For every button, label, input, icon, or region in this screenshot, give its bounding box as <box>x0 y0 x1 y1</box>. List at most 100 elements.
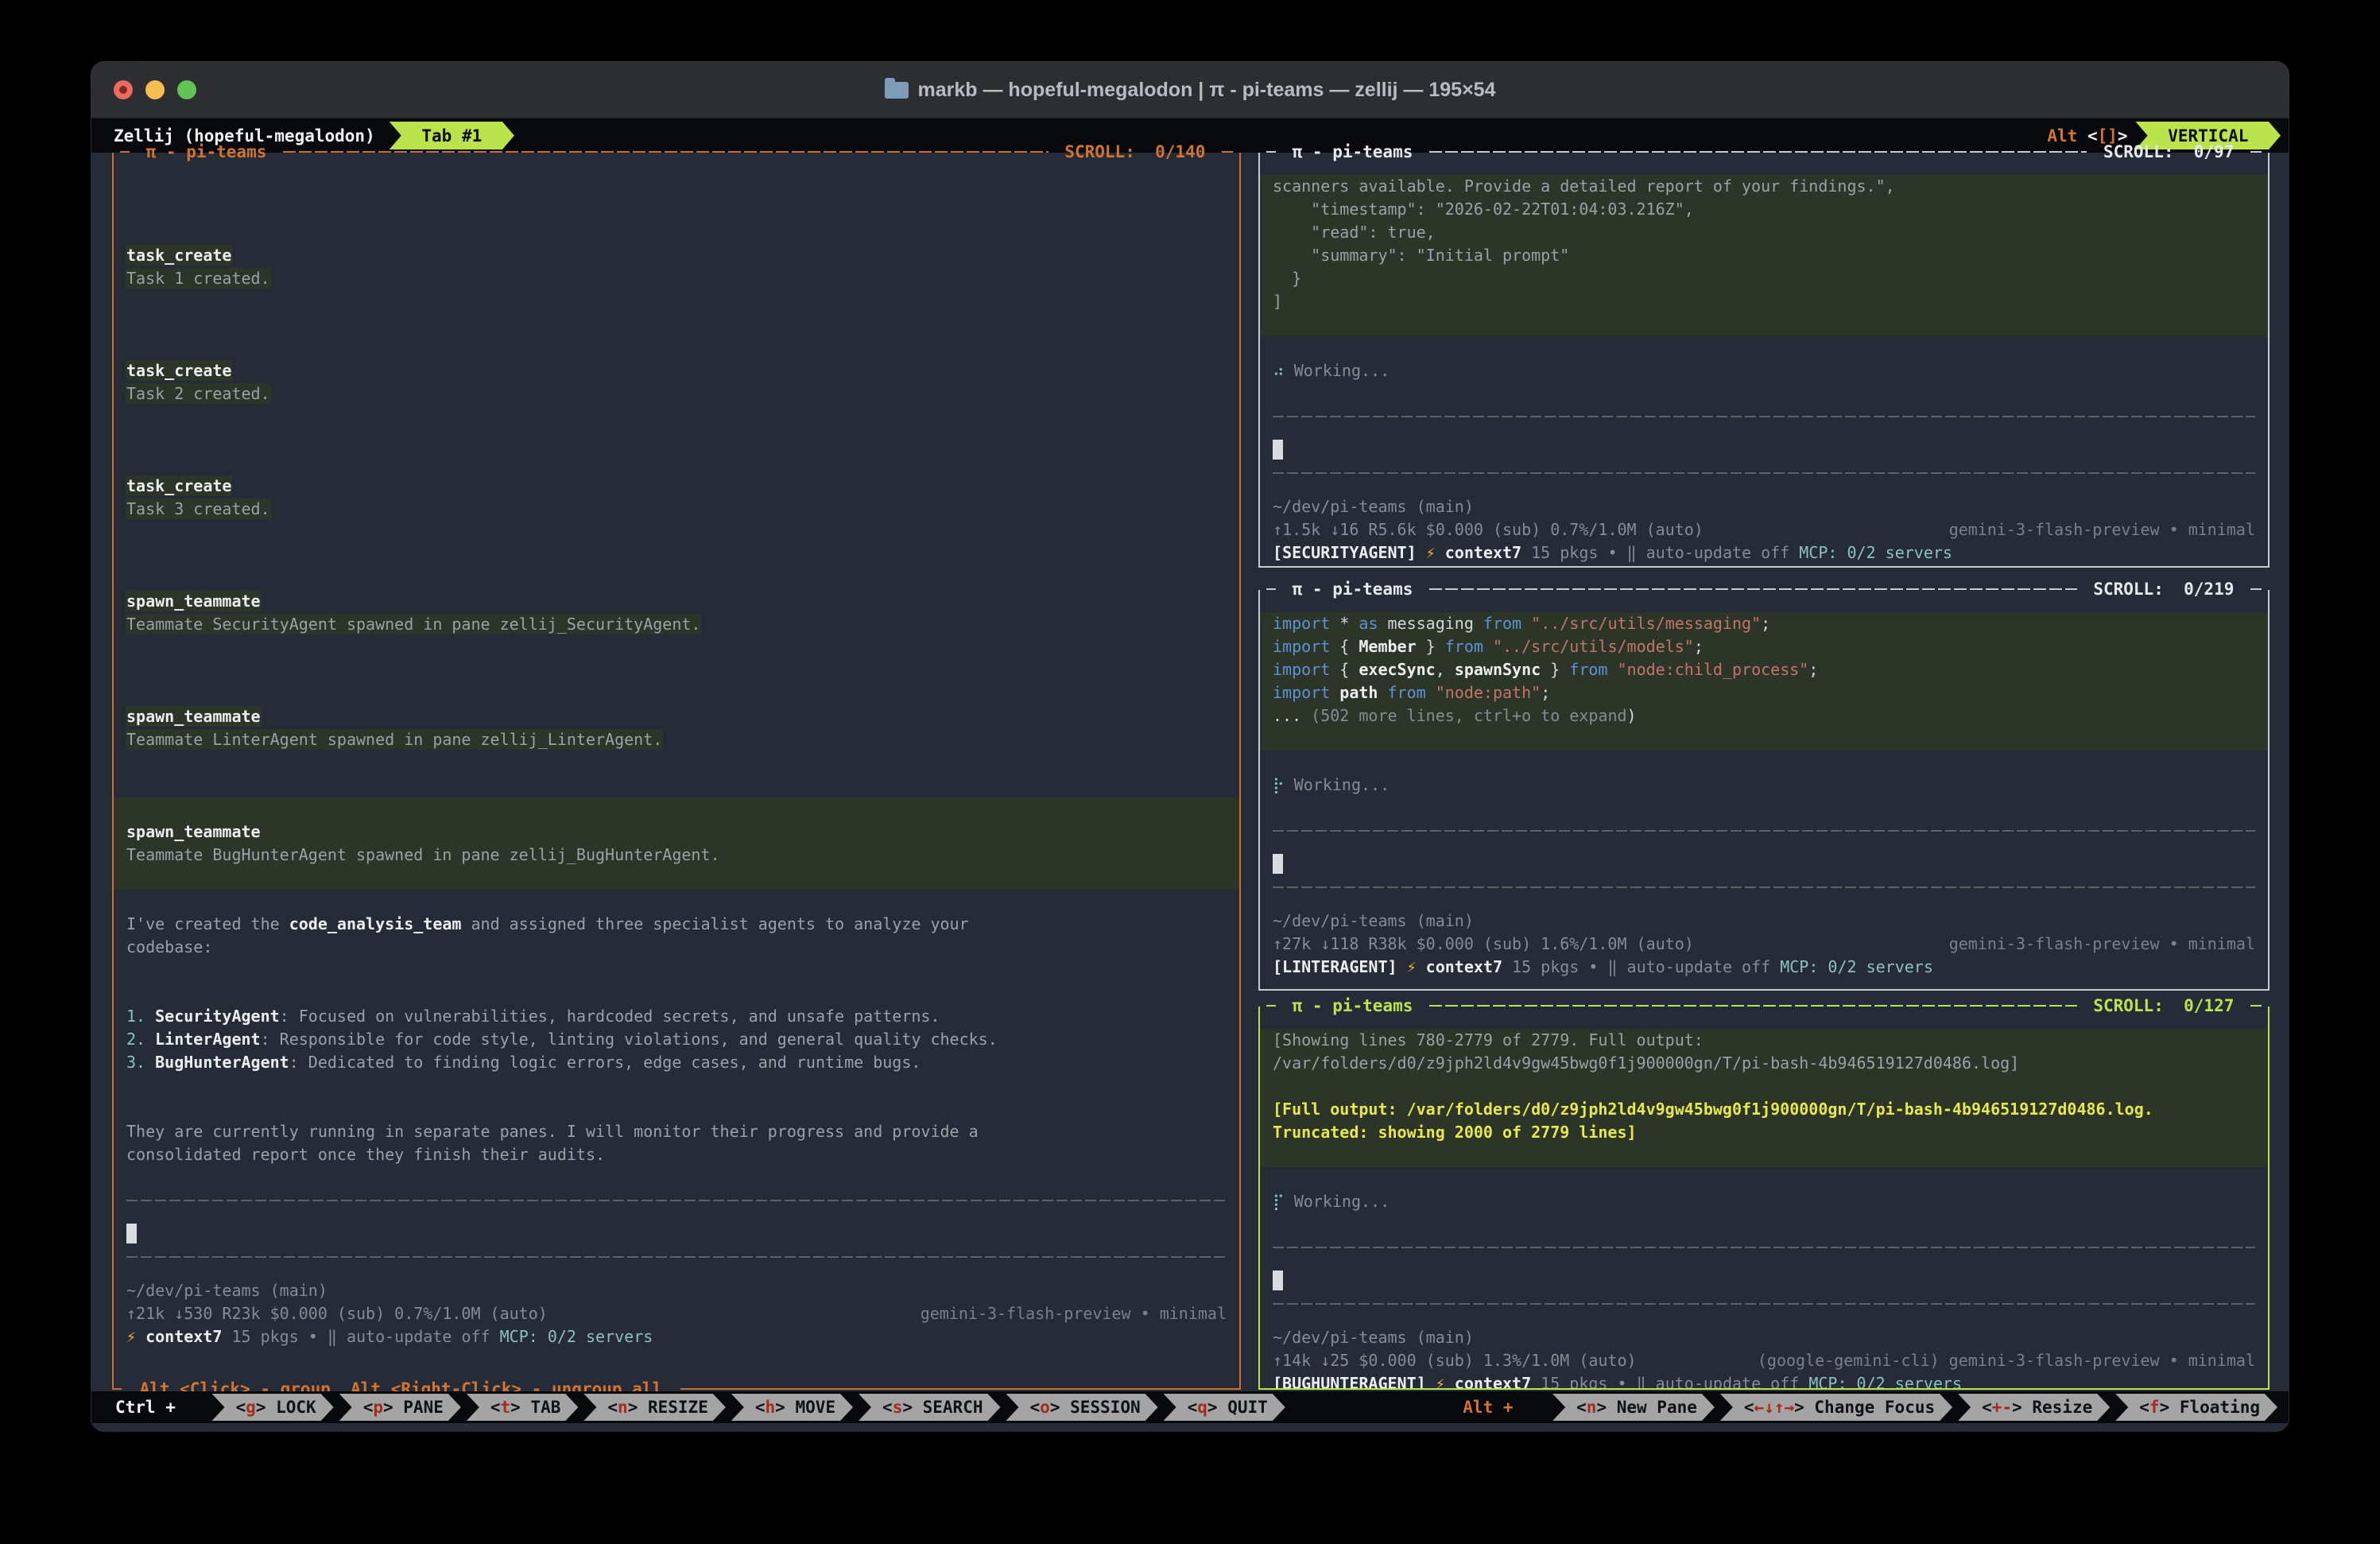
blank-line <box>114 636 1239 659</box>
terminal-line: ⠴ Working... <box>1260 359 2268 382</box>
highlighted-blank-line <box>1260 1144 2268 1167</box>
pane-area: π - pi-teams SCROLL: 0/140 task_createTa… <box>91 153 2289 1390</box>
highlighted-blank-line <box>1260 313 2268 336</box>
zoom-button[interactable] <box>177 80 196 99</box>
highlighted-blank-line <box>1260 1075 2268 1098</box>
keybind-move[interactable]: <h> MOVE <box>731 1394 853 1421</box>
keybind-search[interactable]: <s> SEARCH <box>859 1394 1000 1421</box>
keybind-session[interactable]: <o> SESSION <box>1006 1394 1158 1421</box>
blank-line <box>114 567 1239 590</box>
keybind-quit[interactable]: <q> QUIT <box>1164 1394 1285 1421</box>
text-cursor[interactable] <box>1273 440 1283 460</box>
keybind-tab[interactable]: <t> TAB <box>467 1394 579 1421</box>
terminal-line: import { Member } from "../src/utils/mod… <box>1260 635 2268 658</box>
keybind-resize[interactable]: <+-> Resize <box>1958 1394 2110 1421</box>
terminal-line: import path from "node:path"; <box>1260 681 2268 704</box>
ctrl-modifier-label: Ctrl + <box>104 1398 207 1417</box>
terminal-line: ... (502 more lines, ctrl+o to expand) <box>1260 704 2268 727</box>
blank-line <box>1260 797 2268 820</box>
pane-orchestrator[interactable]: π - pi-teams SCROLL: 0/140 task_createTa… <box>112 153 1241 1390</box>
prompt-line <box>1260 439 2268 462</box>
terminal-line: "summary": "Initial prompt" <box>1260 244 2268 267</box>
terminal-line: } <box>1260 267 2268 290</box>
blank-line <box>114 336 1239 359</box>
blank-line <box>114 198 1239 221</box>
blank-line <box>114 175 1239 198</box>
keybind-new-pane[interactable]: <n> New Pane <box>1552 1394 1715 1421</box>
titlebar: markb — hopeful-megalodon | π - pi-teams… <box>91 62 2289 118</box>
minimize-button[interactable] <box>145 80 165 99</box>
blank-line <box>1260 1213 2268 1236</box>
terminal-line: spawn_teammate <box>114 820 1239 844</box>
input-divider <box>1260 472 2268 495</box>
keybind-change-focus[interactable]: <←↓↑→> Change Focus <box>1720 1394 1952 1421</box>
pane-security-agent[interactable]: π - pi-teams SCROLL: 0/97 scanners avail… <box>1258 153 2270 568</box>
usage-stats-line: ↑14k ↓25 $0.000 (sub) 1.3%/1.0M (auto)(g… <box>1260 1349 2268 1372</box>
keybind-pane[interactable]: <p> PANE <box>339 1394 461 1421</box>
terminal-line: 1. SecurityAgent: Focused on vulnerabili… <box>114 1005 1239 1028</box>
folder-icon <box>885 82 909 99</box>
blank-line <box>114 1166 1239 1189</box>
usage-stats-line: ↑21k ↓530 R23k $0.000 (sub) 0.7%/1.0M (a… <box>114 1302 1239 1325</box>
window-title: markb — hopeful-megalodon | π - pi-teams… <box>918 79 1496 102</box>
blank-line <box>114 682 1239 705</box>
window-title-group: markb — hopeful-megalodon | π - pi-teams… <box>885 79 1496 102</box>
terminal-line: [LINTERAGENT] ⚡ context7 15 pkgs • ‖ aut… <box>1260 956 2268 979</box>
pane-content: import * as messaging from "../src/utils… <box>1260 590 2268 989</box>
input-divider <box>1260 416 2268 439</box>
blank-line <box>114 1097 1239 1120</box>
traffic-lights <box>114 80 196 99</box>
prompt-line <box>114 1223 1239 1246</box>
ctrl-keybinds: <g> LOCK<p> PANE<t> TAB<n> RESIZE<h> MOV… <box>207 1394 1285 1421</box>
input-divider <box>1260 830 2268 853</box>
blank-line <box>114 313 1239 336</box>
terminal-line: ⡏ Working... <box>1260 1190 2268 1213</box>
input-divider <box>114 1200 1239 1223</box>
highlighted-blank-line <box>114 867 1239 890</box>
input-divider <box>1260 1303 2268 1326</box>
terminal-line: spawn_teammate <box>114 590 1239 613</box>
pane-linter-agent[interactable]: π - pi-teams SCROLL: 0/219 import * as m… <box>1258 590 2270 991</box>
keybind-floating[interactable]: <f> Floating <box>2115 1394 2277 1421</box>
blank-line <box>1260 751 2268 774</box>
blank-line <box>114 774 1239 797</box>
keybind-lock[interactable]: <g> LOCK <box>212 1394 334 1421</box>
blank-line <box>114 959 1239 982</box>
terminal-line: task_create <box>114 359 1239 382</box>
prompt-line <box>1260 1270 2268 1293</box>
terminal-line: They are currently running in separate p… <box>114 1120 1239 1143</box>
terminal-line: task_create <box>114 475 1239 498</box>
terminal-line: ~/dev/pi-teams (main) <box>114 1279 1239 1302</box>
alt-keybinds: <n> New Pane<←↓↑→> Change Focus<+-> Resi… <box>1547 1394 2277 1421</box>
terminal-line: Task 2 created. <box>114 382 1239 405</box>
blank-line <box>114 751 1239 774</box>
close-button[interactable] <box>114 80 133 99</box>
blank-line <box>114 429 1239 452</box>
terminal-line: task_create <box>114 244 1239 267</box>
terminal-line: Teammate SecurityAgent spawned in pane z… <box>114 613 1239 636</box>
keybind-resize[interactable]: <n> RESIZE <box>583 1394 725 1421</box>
highlighted-blank-line <box>114 797 1239 820</box>
blank-line <box>114 890 1239 913</box>
terminal-line: import * as messaging from "../src/utils… <box>1260 612 2268 635</box>
terminal-line: "timestamp": "2026-02-22T01:04:03.216Z", <box>1260 198 2268 221</box>
blank-line <box>1260 336 2268 359</box>
blank-line <box>114 1074 1239 1097</box>
text-cursor[interactable] <box>1273 1271 1283 1290</box>
input-divider <box>114 1256 1239 1279</box>
terminal-line: Teammate LinterAgent spawned in pane zel… <box>114 728 1239 751</box>
terminal-window: markb — hopeful-megalodon | π - pi-teams… <box>91 62 2289 1431</box>
blank-line <box>114 521 1239 544</box>
blank-line <box>1260 1167 2268 1190</box>
alt-modifier-label: Alt + <box>1439 1398 1547 1417</box>
blank-line <box>114 405 1239 429</box>
text-cursor[interactable] <box>126 1224 137 1243</box>
terminal-line: /var/folders/d0/z9jph2ld4v9gw45bwg0f1j90… <box>1260 1052 2268 1075</box>
terminal-line: 3. BugHunterAgent: Dedicated to finding … <box>114 1051 1239 1074</box>
blank-line <box>114 452 1239 475</box>
pane-content: task_createTask 1 created.task_createTas… <box>114 153 1239 1388</box>
pane-bughunter-agent[interactable]: π - pi-teams SCROLL: 0/127 [Showing line… <box>1258 1007 2270 1390</box>
terminal-line: ⡗ Working... <box>1260 774 2268 797</box>
terminal-line: ⚡ context7 15 pkgs • ‖ auto-update off M… <box>114 1325 1239 1348</box>
text-cursor[interactable] <box>1273 854 1283 874</box>
